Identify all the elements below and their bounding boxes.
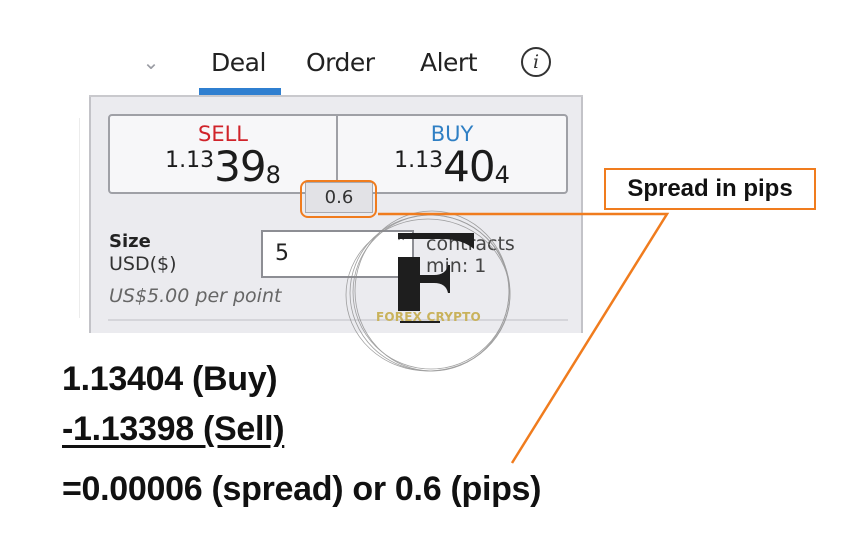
- chevron-down-icon[interactable]: ⌄: [140, 52, 162, 74]
- divider: [79, 118, 80, 318]
- tabs-divider: [89, 95, 583, 97]
- watermark-logo: [345, 210, 511, 372]
- tab-deal[interactable]: Deal: [211, 48, 266, 77]
- size-value: 5: [275, 241, 289, 266]
- buy-price-fraction: 4: [494, 161, 510, 189]
- currency-label: USD($): [109, 253, 177, 275]
- sell-price-prefix: 1.13: [165, 148, 215, 173]
- watermark-text: FOREX CRYPTO: [376, 310, 481, 324]
- sell-price-line: -1.13398 (Sell): [62, 410, 285, 448]
- tab-alert[interactable]: Alert: [420, 48, 478, 77]
- spread-callout: Spread in pips: [604, 168, 816, 210]
- tab-order[interactable]: Order: [306, 48, 375, 77]
- sell-price-fraction: 8: [265, 161, 281, 189]
- per-point-value: US$5.00 per point: [109, 285, 282, 307]
- sell-price-pips: 39: [214, 142, 266, 191]
- buy-price-prefix: 1.13: [394, 148, 444, 173]
- size-label: Size: [109, 231, 151, 252]
- buy-price-pips: 40: [443, 142, 495, 191]
- info-icon[interactable]: i: [521, 47, 551, 77]
- spread-result-line: =0.00006 (spread) or 0.6 (pips): [62, 470, 542, 508]
- buy-price-line: 1.13404 (Buy): [62, 360, 278, 398]
- watermark-letter-icon: [398, 233, 474, 311]
